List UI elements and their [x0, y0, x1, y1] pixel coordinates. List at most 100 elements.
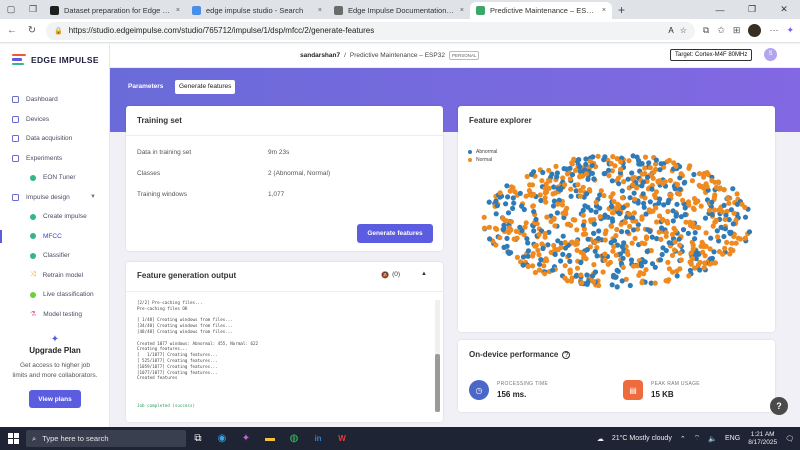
tray-chevron-icon[interactable]: ⌃ [680, 435, 686, 443]
scatter-point[interactable] [574, 238, 580, 244]
scatter-point[interactable] [650, 175, 656, 181]
close-tab-icon[interactable]: × [602, 7, 606, 14]
scatter-point[interactable] [730, 186, 736, 192]
scatter-point[interactable] [609, 223, 615, 229]
scatter-point[interactable] [542, 234, 548, 240]
profile-avatar[interactable] [748, 24, 762, 37]
scatter-point[interactable] [655, 178, 661, 184]
scatter-point[interactable] [610, 154, 616, 160]
scatter-point[interactable] [677, 242, 683, 248]
scatter-point[interactable] [522, 224, 528, 230]
scatter-point[interactable] [503, 201, 509, 207]
scatter-point[interactable] [703, 230, 709, 236]
scatter-point[interactable] [554, 210, 560, 216]
scatter-point[interactable] [734, 191, 740, 197]
scatter-point[interactable] [560, 251, 566, 257]
sidebar-item-dashboard[interactable]: Dashboard [0, 90, 110, 110]
scatter-point[interactable] [713, 217, 719, 223]
refresh-icon[interactable]: ↻ [26, 25, 38, 36]
scatter-point[interactable] [542, 271, 548, 277]
scatter-point[interactable] [585, 176, 591, 182]
workspaces-icon[interactable]: ▢ [0, 0, 22, 19]
scatter-point[interactable] [631, 210, 637, 216]
scatter-point[interactable] [587, 158, 593, 164]
scatter-point[interactable] [573, 167, 579, 173]
scatter-point[interactable] [590, 273, 596, 279]
scatter-point[interactable] [722, 245, 728, 251]
scatter-point[interactable] [669, 231, 676, 238]
scatter-point[interactable] [583, 156, 589, 162]
scatter-point[interactable] [527, 182, 533, 188]
scatter-point[interactable] [520, 262, 526, 268]
scatter-point[interactable] [620, 255, 626, 261]
url-field[interactable]: 🔒 https://studio.edgeimpulse.com/studio/… [46, 21, 695, 40]
scatter-point[interactable] [715, 234, 721, 240]
scatter-point[interactable] [661, 202, 667, 208]
scatter-point[interactable] [592, 240, 598, 246]
scatter-point[interactable] [542, 195, 548, 201]
scatter-point[interactable] [620, 205, 626, 211]
scatter-point[interactable] [632, 196, 638, 202]
scatter-point[interactable] [688, 261, 694, 267]
browser-tab[interactable]: edge impulse studio - Search × [186, 2, 328, 19]
scatter-point[interactable] [536, 231, 542, 238]
scatter-point[interactable] [580, 231, 586, 237]
scatter-point[interactable] [610, 191, 616, 197]
language-indicator[interactable]: ENG [725, 435, 740, 442]
scatter-point[interactable] [647, 199, 653, 205]
scatter-point[interactable] [674, 268, 680, 274]
scatter-point[interactable] [666, 197, 672, 203]
scatter-point[interactable] [608, 240, 614, 246]
breadcrumb-user[interactable]: sandarshan7 [300, 52, 340, 59]
scatter-point[interactable] [481, 214, 487, 220]
scatter-point[interactable] [643, 267, 649, 273]
sidebar-item-live-classification[interactable]: Live classification [0, 285, 110, 305]
scatter-point[interactable] [536, 261, 543, 267]
notifications-icon[interactable]: 🗨 [785, 435, 794, 443]
scatter-point[interactable] [538, 257, 544, 263]
scatter-point[interactable] [568, 193, 574, 199]
edge-browser-icon[interactable]: ◉ [210, 433, 234, 444]
scatter-point[interactable] [567, 258, 573, 264]
scatter-point[interactable] [629, 240, 635, 246]
scatter-point[interactable] [539, 241, 545, 247]
scatter-point[interactable] [729, 240, 735, 246]
scatter-point[interactable] [674, 190, 681, 196]
sidebar-item-model-testing[interactable]: ⚗ Model testing [0, 305, 110, 325]
sidebar-item-classifier[interactable]: Classifier [0, 246, 110, 266]
scatter-point[interactable] [739, 201, 745, 207]
scatter-point[interactable] [580, 222, 586, 228]
scatter-point[interactable] [582, 203, 588, 209]
sidebar-item-retrain-model[interactable]: ⤨ Retrain model [0, 266, 110, 286]
browser-tab[interactable]: Predictive Maintenance – ESP32 - × [470, 2, 612, 19]
scatter-point[interactable] [601, 193, 607, 199]
scatter-point[interactable] [644, 248, 650, 254]
scatter-point[interactable] [540, 169, 546, 176]
scatter-point[interactable] [641, 204, 647, 210]
scatter-point[interactable] [617, 211, 623, 217]
scatter-point[interactable] [709, 199, 715, 205]
network-icon[interactable]: ⌔ [694, 434, 701, 443]
scatter-point[interactable] [508, 219, 514, 225]
scatter-point[interactable] [609, 216, 615, 222]
scatter-point[interactable] [666, 157, 672, 163]
scatter-point[interactable] [643, 235, 650, 242]
scatter-point[interactable] [642, 165, 648, 171]
scatter-point[interactable] [730, 247, 736, 254]
scatter-point[interactable] [647, 165, 653, 171]
edge-impulse-logo[interactable]: EDGE IMPULSE [12, 54, 99, 66]
scatter-point[interactable] [619, 243, 625, 250]
generate-features-button[interactable]: Generate features [357, 224, 433, 243]
scatter-point[interactable] [505, 210, 512, 216]
scatter-point[interactable] [627, 223, 633, 229]
taskbar-search[interactable]: ⌕ Type here to search [26, 430, 186, 447]
scatter-point[interactable] [674, 181, 681, 188]
scatter-point[interactable] [550, 267, 556, 273]
scatter-point[interactable] [548, 218, 554, 225]
scatter-point[interactable] [725, 195, 731, 201]
scatter-point[interactable] [593, 199, 599, 205]
scatter-point[interactable] [650, 208, 656, 214]
scatter-point[interactable] [619, 188, 625, 194]
scatter-point[interactable] [544, 214, 550, 220]
scatter-point[interactable] [697, 259, 703, 265]
